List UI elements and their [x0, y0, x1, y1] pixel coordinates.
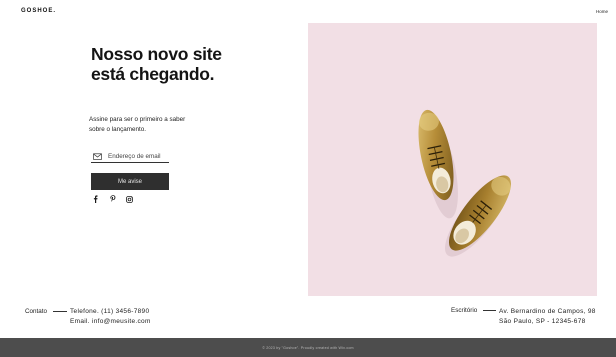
email-field-row	[91, 150, 169, 163]
office-address-line1: Av. Bernardino de Campos, 98	[499, 308, 596, 315]
facebook-icon[interactable]	[92, 195, 99, 203]
email-input[interactable]	[108, 151, 168, 161]
contact-divider	[53, 311, 67, 312]
nav-link-home[interactable]: Home	[596, 9, 608, 14]
office-address-line2: São Paulo, SP - 12345-678	[499, 318, 586, 325]
notify-me-button[interactable]: Me avise	[91, 173, 169, 190]
site-footer: © 2023 by "Goshoe". Proudly created with…	[0, 338, 616, 357]
envelope-icon	[93, 152, 102, 161]
pinterest-icon[interactable]	[109, 195, 116, 203]
contact-phone: Telefone. (11) 3456-7890	[70, 308, 150, 315]
social-bar	[92, 195, 133, 203]
contact-label: Contato	[25, 308, 48, 315]
instagram-icon[interactable]	[126, 195, 133, 203]
footer-credit: © 2023 by "Goshoe". Proudly created with…	[262, 345, 354, 350]
site-logo[interactable]: GOSHOE.	[21, 8, 56, 14]
contact-email[interactable]: Email. info@meusite.com	[70, 318, 151, 325]
hero-image-gold-shoes	[308, 23, 597, 296]
office-divider	[483, 310, 496, 311]
page-title: Nosso novo site está chegando.	[91, 44, 222, 84]
hero-subtitle: Assine para ser o primeiro a saber sobre…	[89, 116, 186, 133]
office-label: Escritório	[451, 307, 478, 314]
